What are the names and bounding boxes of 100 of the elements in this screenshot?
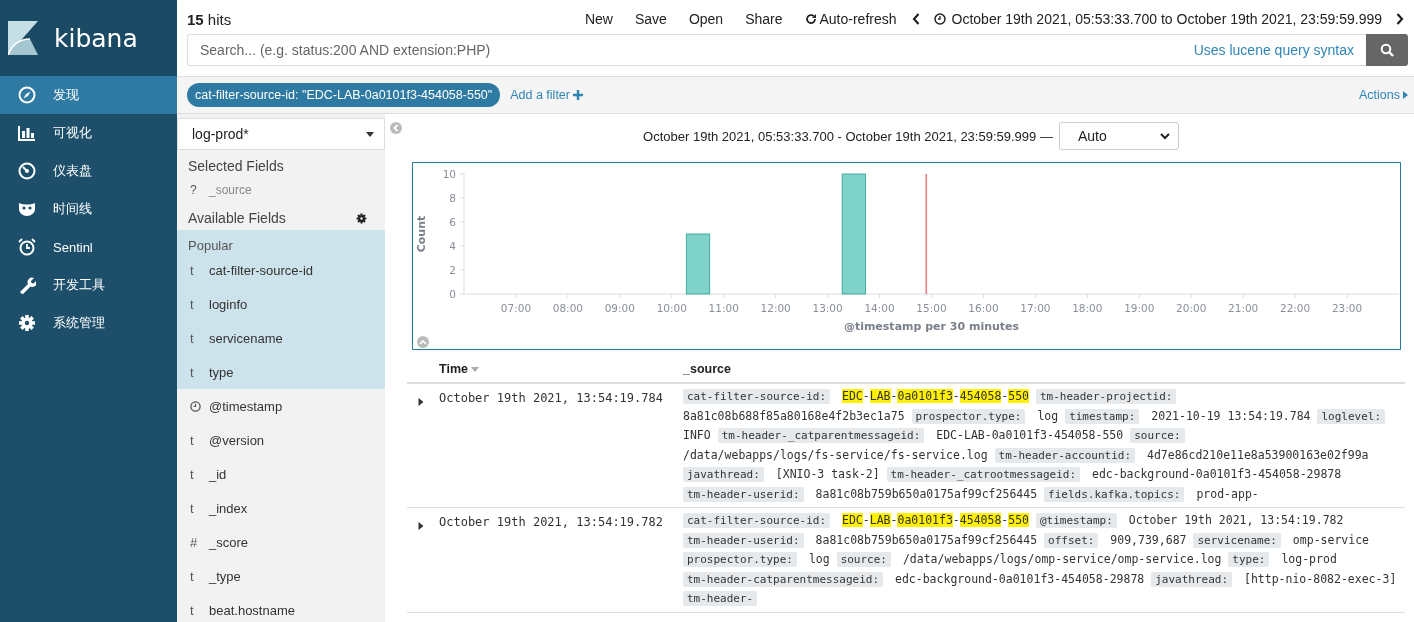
kibana-logo-icon xyxy=(8,21,38,55)
chevron-right-icon[interactable] xyxy=(1396,13,1404,25)
search-button[interactable] xyxy=(1366,34,1408,66)
field-item[interactable]: t _index xyxy=(177,491,385,525)
field-item[interactable]: t loginfo xyxy=(177,287,385,321)
tick-label: 19:00 xyxy=(1124,302,1155,314)
field-key: loglevel: xyxy=(1317,408,1386,424)
plus-icon xyxy=(573,90,583,100)
nav-item[interactable]: 可视化 xyxy=(0,114,177,152)
section-title: Popular xyxy=(187,237,234,253)
field-item[interactable]: t _id xyxy=(177,457,385,491)
field-key: source: xyxy=(836,552,891,567)
tick-label: 08:00 xyxy=(552,302,583,314)
field-type: t xyxy=(190,296,195,312)
field-item[interactable]: t cat-filter-source-id xyxy=(177,253,385,287)
axis-title: Count xyxy=(415,215,428,253)
field-key: cat-filter-source-id: xyxy=(683,389,831,404)
field-key: tm-header-projectid: xyxy=(1036,389,1177,404)
tick-label: 15:00 xyxy=(916,302,947,314)
menu-item[interactable]: Auto-refresh xyxy=(793,11,908,27)
tick-label: 11:00 xyxy=(708,302,739,314)
clock-icon xyxy=(190,400,201,412)
field-key: type: xyxy=(1228,552,1270,567)
field-value: log-prod xyxy=(1281,552,1337,566)
field-key: prospector.type: xyxy=(911,408,1026,424)
field-type: t xyxy=(190,466,195,482)
field-value: INFO xyxy=(683,428,711,442)
highlighted-match: 550 xyxy=(1008,389,1030,403)
menu-item[interactable]: Share xyxy=(734,11,794,27)
column-header[interactable]: Time xyxy=(439,362,683,376)
bar-chart-icon xyxy=(17,125,36,141)
field-key: tm-header-userid: xyxy=(683,486,804,502)
field-value: 8a81c08b759b650a0175af99cf256445 xyxy=(815,486,1038,501)
field-key: cat-filter-source-id: xyxy=(683,513,831,528)
actions-link[interactable]: Actions xyxy=(1359,88,1408,102)
field-type: t xyxy=(190,432,195,448)
expand-caret-icon[interactable] xyxy=(417,522,425,530)
interval-select[interactable]: Auto xyxy=(1058,122,1179,150)
highlighted-match: 454058 xyxy=(959,513,1002,527)
field-value: - xyxy=(1001,389,1009,403)
nav-item[interactable]: 发现 xyxy=(0,76,177,114)
tick-label: 20:00 xyxy=(1176,302,1207,314)
nav-item[interactable]: 开发工具 xyxy=(0,266,177,304)
index-pattern-select[interactable]: log-prod* xyxy=(177,118,385,150)
settings-icon[interactable] xyxy=(356,212,367,224)
field-key: tm-header-accountid: xyxy=(994,447,1136,463)
field-type: t xyxy=(190,364,195,380)
menu-item[interactable]: Save xyxy=(623,11,678,27)
tick-label: 6 xyxy=(449,215,456,228)
field-item[interactable]: # _score xyxy=(177,525,385,559)
nav-item[interactable]: Sentinl xyxy=(0,228,177,266)
field-item[interactable]: t servicename xyxy=(177,321,385,355)
tick-label: 23:00 xyxy=(1331,302,1363,314)
field-key: prospector.type: xyxy=(683,552,797,567)
hits-count: 15 hits xyxy=(187,10,232,28)
tick-label: 4 xyxy=(449,239,456,252)
field-item[interactable]: t _type xyxy=(177,559,385,593)
chevron-left-icon[interactable] xyxy=(911,13,920,25)
menu-item[interactable]: New xyxy=(573,11,624,27)
field-value: 2021-10-19 13:54:19.784 xyxy=(1151,408,1311,423)
field-key: tm-header-catparentmessageid: xyxy=(683,571,884,587)
field-item[interactable]: t beat.hostname xyxy=(177,593,385,622)
field-item[interactable]: ? _source xyxy=(177,178,385,202)
caret-down-icon xyxy=(366,131,374,137)
field-type: t xyxy=(190,262,195,278)
search-field[interactable]: Search... (e.g. status:200 AND extension:PHP) Uses lucene query syntax xyxy=(187,34,1366,66)
nav-item[interactable]: 时间线 xyxy=(0,190,177,228)
highlighted-match: EDC xyxy=(842,389,863,403)
menu-item[interactable]: Open xyxy=(677,11,735,27)
tick-label: 2 xyxy=(449,263,456,276)
field-value: prod-app- xyxy=(1196,486,1259,501)
highlighted-match: 550 xyxy=(1008,513,1030,527)
field-value: - xyxy=(952,389,960,403)
tick-label: 10 xyxy=(442,167,456,180)
tick-label: 17:00 xyxy=(1020,302,1051,314)
lucene-syntax-link[interactable]: Uses lucene query syntax xyxy=(1193,42,1366,58)
highlighted-match: 0a0101f3 xyxy=(897,389,953,403)
add-filter-link[interactable]: Add a filter xyxy=(510,88,583,102)
field-value: log xyxy=(1037,408,1059,423)
field-item[interactable]: t type xyxy=(177,355,385,389)
column-header[interactable]: _source xyxy=(683,362,1405,376)
expand-caret-icon[interactable] xyxy=(417,398,425,406)
field-value: - xyxy=(862,389,870,403)
chevron-down-icon xyxy=(1159,132,1170,140)
nav-item[interactable]: 系统管理 xyxy=(0,304,177,342)
field-value: 8a81c08b688f85a80168e4f2b3ec1a75 xyxy=(683,408,905,423)
field-item[interactable]: @timestamp xyxy=(177,389,385,423)
field-value: log xyxy=(808,552,830,566)
section-title: Available Fields xyxy=(188,210,286,226)
time-range-picker[interactable]: October 19th 2021, 05:53:33.700 to October 19th 2021, 23:59:59.999 xyxy=(923,11,1392,27)
nav-item[interactable]: 仪表盘 xyxy=(0,152,177,190)
field-key: source: xyxy=(1130,428,1185,443)
section-title: Selected Fields xyxy=(187,157,285,176)
field-value: October 19th 2021, 13:54:19.782 xyxy=(1128,513,1344,527)
field-value: [XNIO-3 task-2] xyxy=(775,467,880,481)
field-item[interactable]: t @version xyxy=(177,423,385,457)
filter-pill[interactable]: cat-filter-source-id: "EDC-LAB-0a0101f3-454058-550" xyxy=(187,83,501,107)
tick-label: 21:00 xyxy=(1228,302,1259,314)
field-value: /data/webapps/logs/fs-service/fs-service.log xyxy=(683,447,988,462)
tick-label: 16:00 xyxy=(968,302,999,314)
